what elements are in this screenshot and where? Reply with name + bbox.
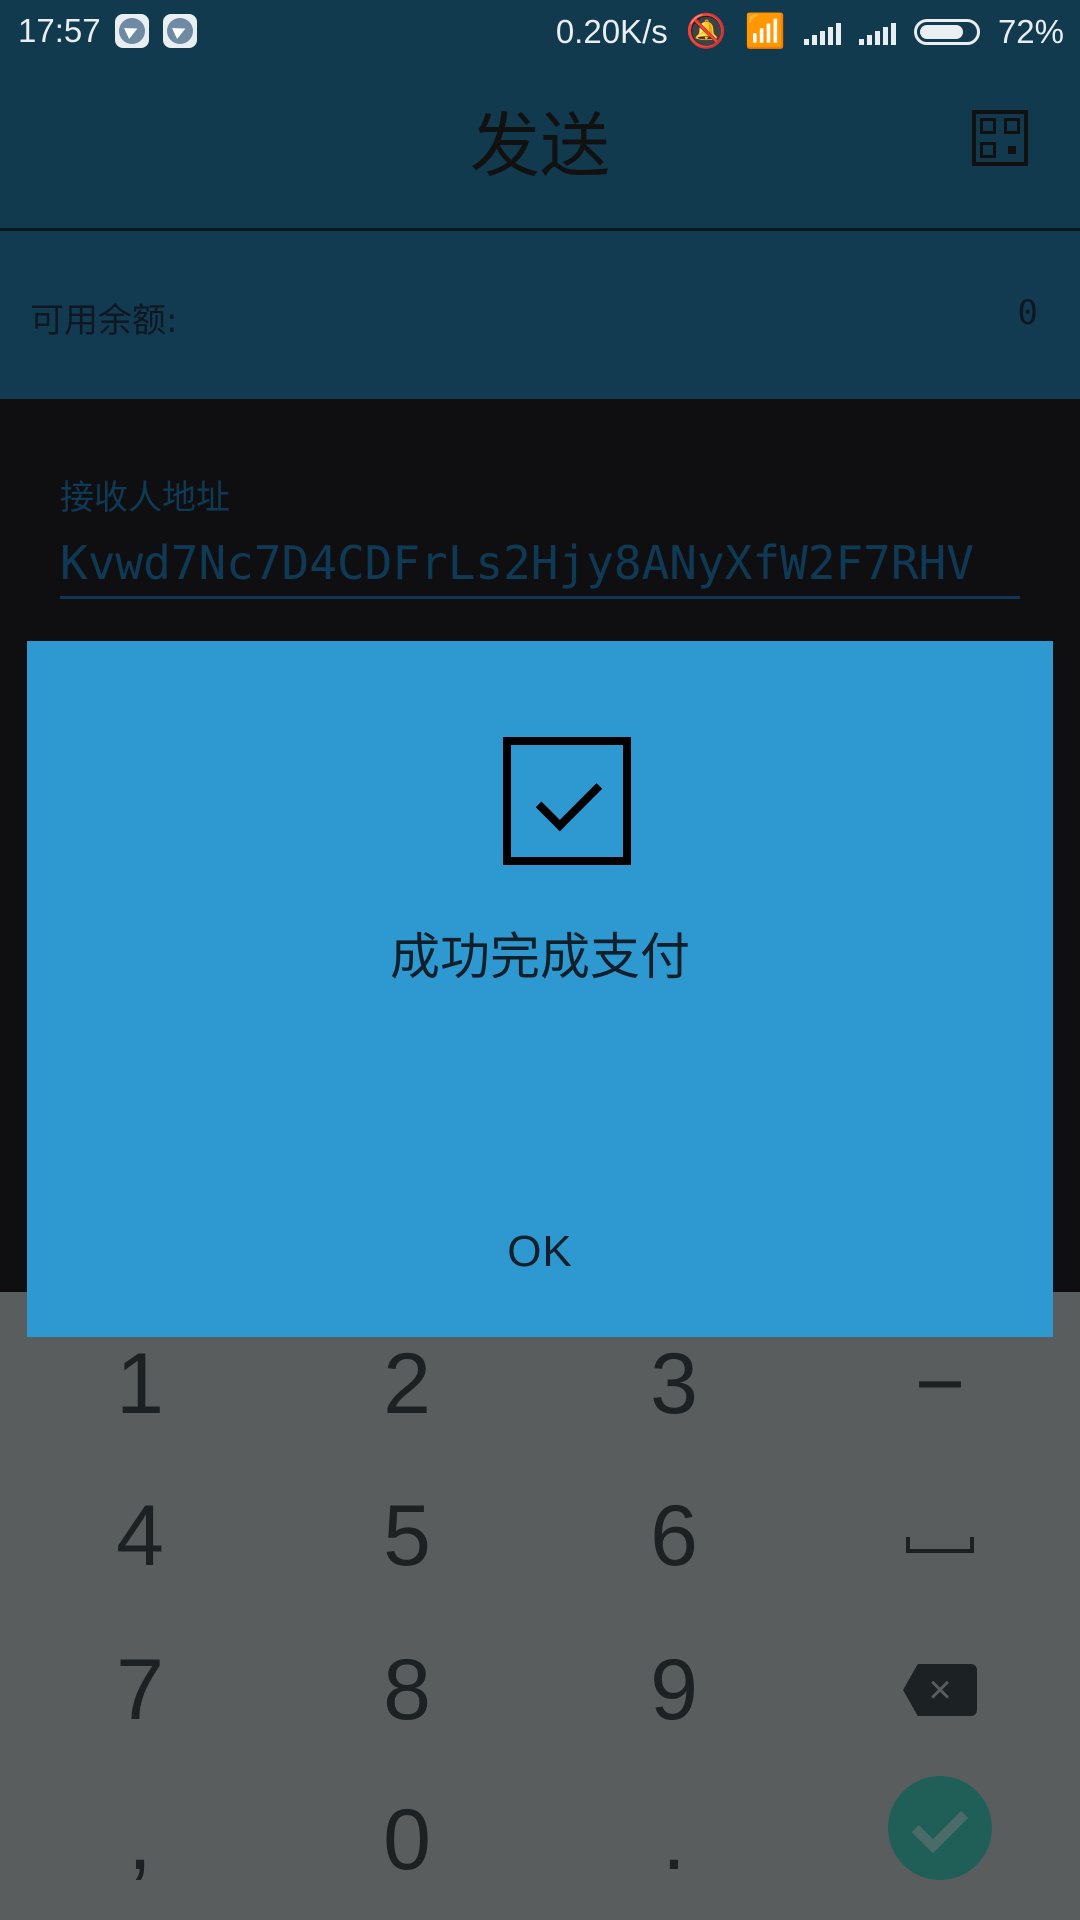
key-7[interactable]: 7 (10, 1620, 270, 1760)
backspace-icon: × (903, 1664, 977, 1716)
battery-percent: 72% (997, 12, 1064, 50)
telegram-icon (114, 14, 149, 48)
key-space[interactable] (810, 1466, 1070, 1606)
status-bar: 17:57 0.20K/s 🔕 📶 72% (0, 0, 1080, 62)
key-done[interactable] (888, 1776, 992, 1880)
check-icon (911, 1796, 969, 1854)
checkbox-check-icon (503, 737, 631, 865)
space-icon (906, 1537, 974, 1553)
key-5[interactable]: 5 (277, 1466, 537, 1606)
key-dot[interactable]: . (544, 1770, 804, 1910)
recipient-label: 接收人地址 (60, 478, 230, 518)
status-time: 17:57 (18, 12, 101, 49)
status-left: 17:57 (18, 12, 197, 50)
app-bar: 发送 (0, 62, 1080, 231)
key-backspace[interactable]: × (810, 1620, 1070, 1760)
balance-label: 可用余额: (30, 301, 178, 341)
success-dialog: 成功完成支付 OK (27, 641, 1053, 1337)
key-6[interactable]: 6 (544, 1466, 804, 1606)
network-speed: 0.20K/s (555, 12, 668, 50)
page-title: 发送 (470, 105, 610, 187)
key-9[interactable]: 9 (544, 1620, 804, 1760)
wifi-icon: 📶 (744, 12, 786, 49)
recipient-address-input[interactable] (60, 530, 1020, 599)
mute-bell-icon: 🔕 (685, 12, 727, 49)
telegram-icon (162, 14, 197, 48)
key-0[interactable]: 0 (277, 1770, 537, 1910)
qr-code-icon[interactable] (972, 110, 1028, 166)
key-4[interactable]: 4 (10, 1466, 270, 1606)
status-right: 0.20K/s 🔕 📶 72% (556, 12, 1064, 51)
key-comma[interactable]: , (10, 1770, 270, 1910)
battery-icon (913, 18, 980, 45)
key-8[interactable]: 8 (277, 1620, 537, 1760)
balance-value: 0 (1017, 293, 1038, 333)
signal-icon (803, 19, 841, 45)
dialog-message: 成功完成支付 (390, 928, 690, 986)
ok-button[interactable]: OK (27, 1227, 1053, 1277)
signal-icon (858, 19, 896, 45)
balance-bar: 可用余额: 0 (0, 231, 1080, 399)
